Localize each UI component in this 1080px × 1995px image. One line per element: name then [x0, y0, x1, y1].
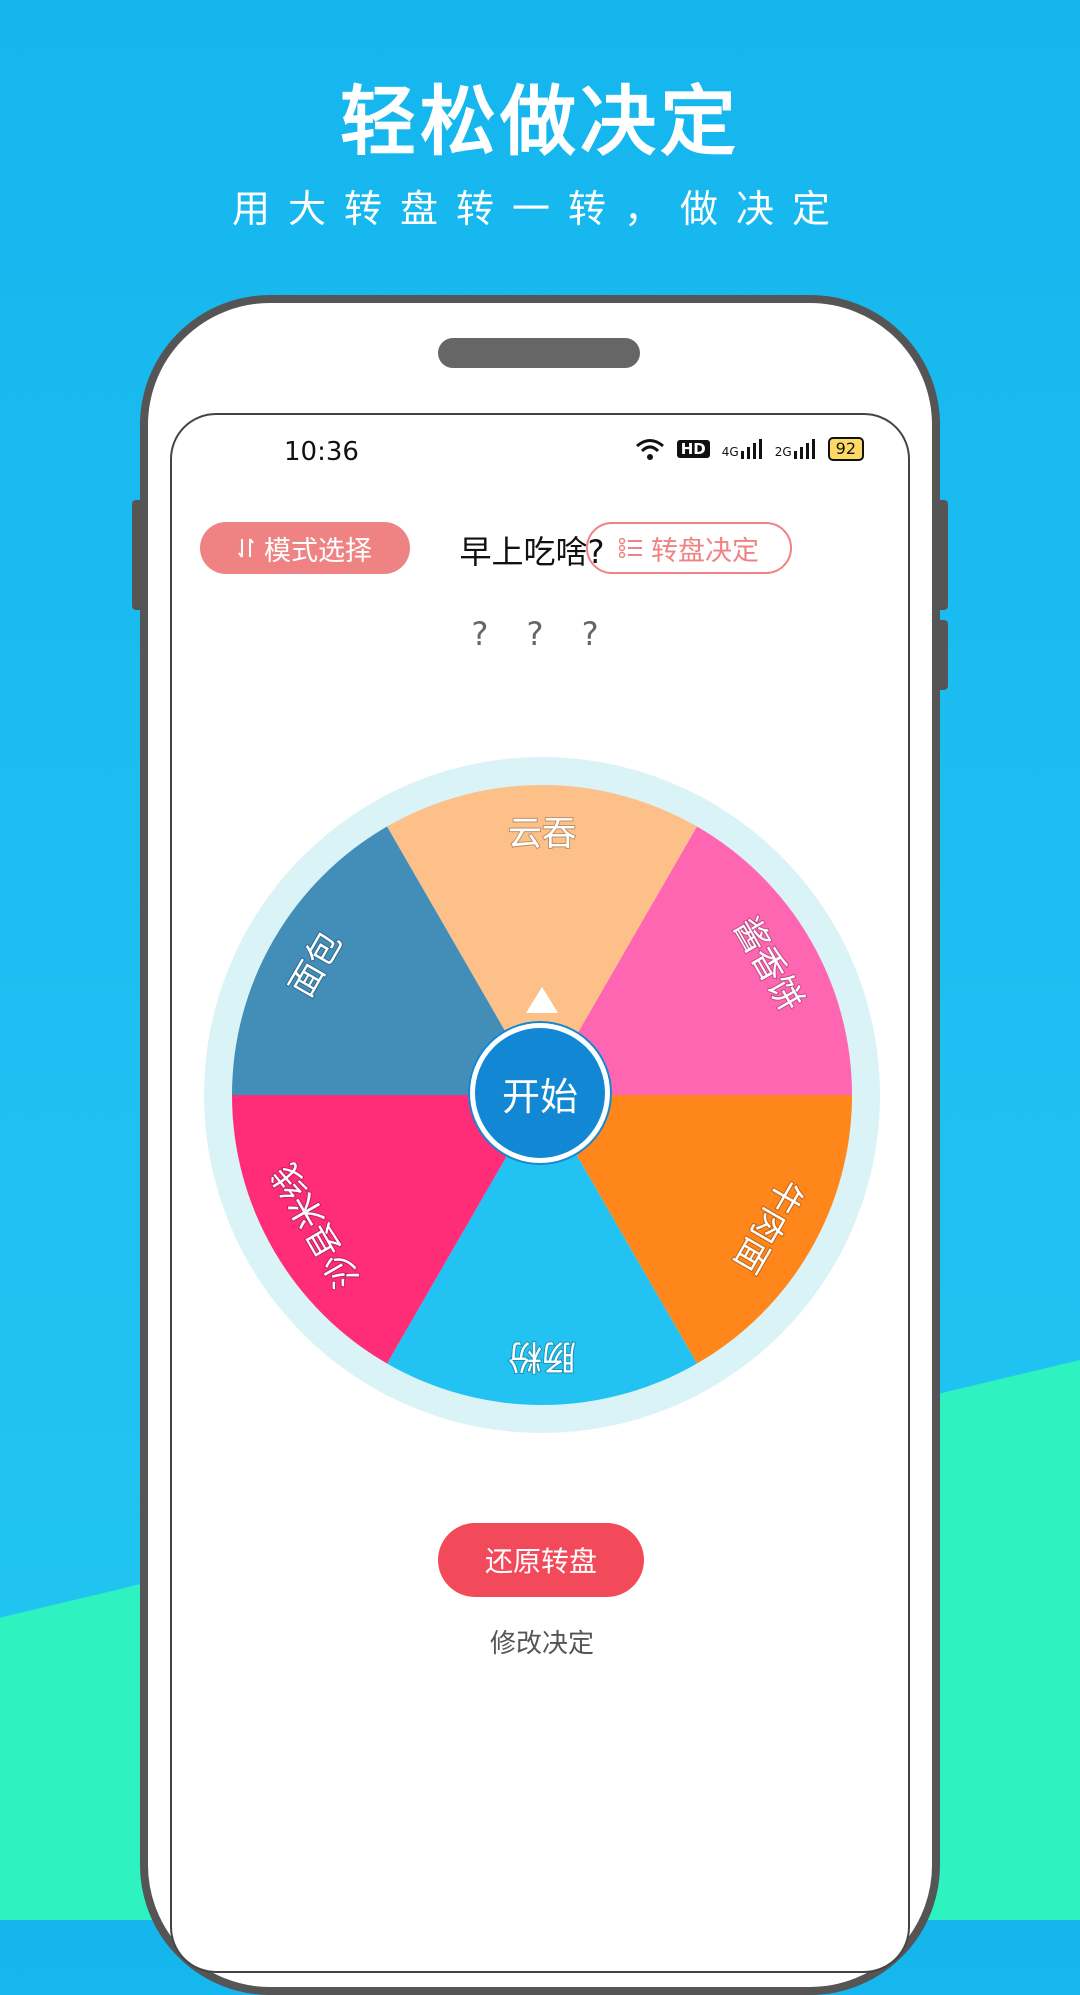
phone-screen: 10:36 HD 4G 2G 92 模式选择 早上吃啥? 转盘决定 ? ? ? …	[170, 413, 910, 1973]
reset-wheel-button[interactable]: 还原转盘	[438, 1523, 644, 1597]
signal-bars-icon	[793, 439, 815, 459]
mode-select-label: 模式选择	[264, 535, 372, 567]
result-text: ? ? ?	[471, 615, 613, 653]
status-time: 10:36	[284, 437, 359, 467]
promo-subline: 用大转盘转一转，做决定	[231, 187, 848, 231]
mode-select-button[interactable]: 模式选择	[200, 522, 410, 574]
wheel-segment-label: 云吞	[508, 814, 576, 854]
status-icons: HD 4G 2G 92	[635, 437, 864, 461]
network-2g-icon: 2G	[775, 439, 816, 459]
wheel-segment-label: 肠粉	[508, 1336, 576, 1376]
start-button[interactable]: 开始	[470, 1023, 610, 1163]
battery-icon: 92	[827, 437, 864, 461]
hd-badge: HD	[676, 440, 710, 458]
phone-power-button	[934, 500, 948, 610]
modify-decision-link[interactable]: 修改决定	[172, 1623, 908, 1660]
spin-wheel[interactable]: 云吞 酱香饼 牛肉面 肠粉 沙县米线 面包 开始	[202, 755, 882, 1435]
wheel-decide-label: 转盘决定	[651, 535, 759, 567]
phone-volume-button	[132, 500, 146, 610]
signal-bars-icon	[740, 439, 762, 459]
swap-arrows-icon	[238, 538, 254, 558]
phone-side-button	[934, 620, 948, 690]
list-icon	[619, 538, 642, 558]
promo-headline: 轻松做决定	[340, 77, 740, 166]
network-4g-icon: 4G	[722, 439, 763, 459]
network-4g-label: 4G	[721, 445, 739, 459]
network-2g-label: 2G	[774, 445, 792, 459]
wifi-icon	[635, 439, 664, 460]
phone-speaker	[438, 338, 640, 368]
wheel-decide-button[interactable]: 转盘决定	[586, 522, 792, 574]
